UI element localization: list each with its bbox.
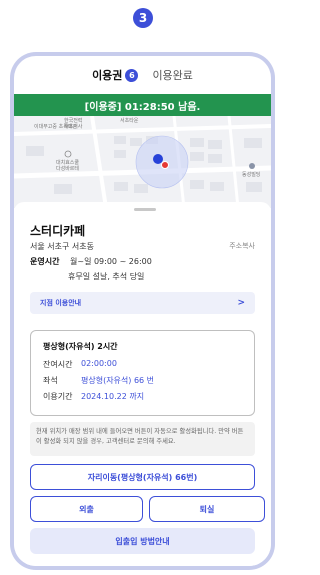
exit-button[interactable]: 퇴실 — [149, 496, 265, 522]
map-label-building: 동성빌딩 — [242, 172, 261, 178]
map-label-academy: 대치효스쿨 다성바르테 — [56, 160, 80, 172]
seat-value: 평상형(자유석) 66 번 — [81, 376, 155, 385]
phone-frame: 이용권 6 이용완료 [이용중] 01:28:50 남음. 한국전력 서초지사 … — [10, 52, 275, 570]
tab-tickets-label: 이용권 — [92, 69, 123, 82]
tab-bar: 이용권 6 이용완료 — [14, 56, 271, 94]
ticket-card: 평상형(자유석) 2시간 잔여시간 02:00:00 좌석 평상형(자유석) 6… — [30, 330, 255, 416]
move-seat-button[interactable]: 자리이동(평상형(자유석) 66번) — [30, 464, 255, 490]
store-name: 스터디카페 — [30, 224, 86, 238]
hours-label: 운영시간 — [30, 257, 60, 266]
store-address: 서울 서초구 서초동 — [30, 242, 94, 251]
location-map[interactable]: 한국전력 서초지사 서초타운 이대부고중 초록태관 대치효스쿨 다성바르테 동성… — [14, 116, 271, 208]
chevron-right-icon: > — [237, 298, 245, 308]
store-info-sheet: 스터디카페 서울 서초구 서초동 주소복사 운영시간 월~일 09:00 ~ 2… — [14, 202, 271, 566]
location-notice: 현재 위치가 매장 범위 내에 들어오면 버튼이 자동으로 활성화됩니다. 만약… — [30, 422, 255, 456]
map-label-seocho-town: 서초타운 — [120, 118, 139, 124]
app-screen: 이용권 6 이용완료 [이용중] 01:28:50 남음. 한국전력 서초지사 … — [14, 56, 271, 566]
store-guide-label: 지점 이용안내 — [40, 299, 82, 307]
tab-completed[interactable]: 이용완료 — [152, 67, 192, 83]
period-value: 2024.10.22 까지 — [81, 392, 145, 401]
remaining-time-value: 02:00:00 — [81, 359, 117, 368]
tab-count-badge: 6 — [125, 68, 139, 82]
period-label: 이용기간 — [43, 392, 73, 401]
map-label-school: 이대부고중 초록태관 — [34, 124, 77, 130]
copy-address-link[interactable]: 주소복사 — [229, 241, 255, 251]
store-guide-button[interactable]: 지점 이용안내 > — [30, 292, 255, 314]
entry-guide-button[interactable]: 입출입 방법안내 — [30, 528, 255, 554]
hours-value: 월~일 09:00 ~ 26:00 — [70, 257, 152, 266]
tab-tickets[interactable]: 이용권 6 — [92, 67, 139, 83]
user-location-marker — [153, 154, 163, 164]
step-badge: 3 — [133, 8, 153, 28]
holiday-info: 휴무일 설날, 추석 당일 — [68, 272, 145, 281]
usage-status-bar: [이용중] 01:28:50 남음. — [14, 94, 271, 116]
sheet-drag-handle[interactable] — [134, 208, 156, 211]
ticket-title: 평상형(자유석) 2시간 — [43, 342, 118, 351]
go-out-button[interactable]: 외출 — [30, 496, 143, 522]
remaining-time-label: 잔여시간 — [43, 360, 73, 369]
store-location-marker — [161, 161, 169, 169]
seat-label: 좌석 — [43, 376, 58, 385]
